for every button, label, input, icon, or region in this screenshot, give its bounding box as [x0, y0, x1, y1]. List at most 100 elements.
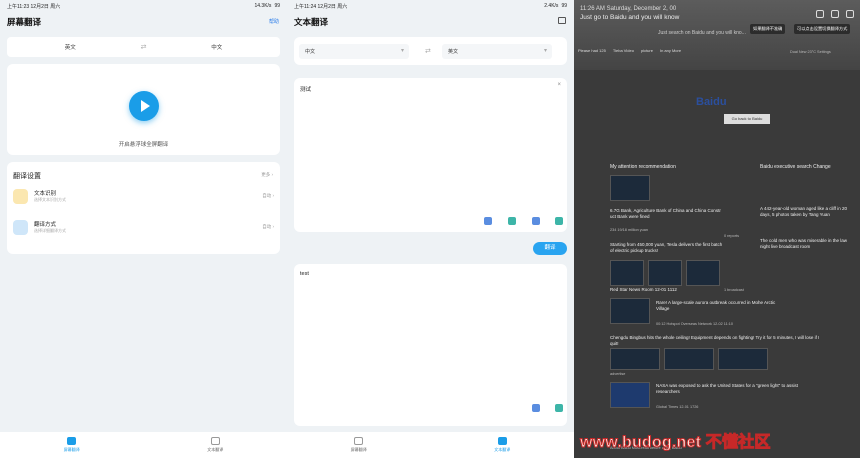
start-hint: 开启悬浮球全屏翻译 [118, 142, 169, 148]
feed-item[interactable]: Chengdu Bingbus hits the whole ceiling! … [610, 335, 820, 347]
image-icon[interactable] [558, 17, 566, 24]
setting-translation-mode[interactable]: 翻译方式 选择详细翻译方式 自动 › [13, 217, 274, 239]
page-title: 文本翻译 [294, 17, 329, 27]
status-bar: 上午11:24 12月2日 周六 2.4K/s 99 [287, 0, 574, 12]
feed-item[interactable]: NASA was exposed to ask the United State… [656, 383, 806, 395]
overlay-toolbar [816, 10, 854, 18]
status-time: 上午11:24 12月2日 周六 [294, 4, 348, 10]
tab-text-translate[interactable]: 文本翻译 [144, 432, 288, 458]
setting-subtitle: 选择文本识别方式 [34, 197, 66, 202]
feed-source: Red Star News Room 12-01 1112 [610, 287, 677, 292]
source-language[interactable]: 英文 [7, 43, 134, 51]
settings-more-link[interactable]: 更多 › [261, 172, 273, 178]
settings-icon[interactable] [846, 10, 854, 18]
page-title: 屏幕翻译 [7, 17, 42, 27]
news-thumbnail[interactable] [610, 175, 650, 201]
feed-item[interactable]: 6.7G Bank, Agriculture Bank of China and… [610, 208, 726, 220]
translated-browser-pane: 11:26 AM Saturday, December 2, 00 Just g… [574, 0, 860, 458]
speaker-icon[interactable] [532, 217, 540, 225]
nav-tab[interactable]: In any More [660, 48, 681, 53]
setting-value: 自动 › [262, 193, 274, 198]
tab-screen-translate[interactable]: 屏幕翻译 [287, 432, 431, 458]
hot-search-title: Baidu executive search Change [760, 164, 831, 170]
ad-image[interactable] [610, 348, 660, 370]
news-thumbnail[interactable] [610, 260, 644, 286]
setting-value: 自动 › [262, 224, 274, 229]
feed-item[interactable]: Starting from 450,000 yuan, Tesla delive… [610, 242, 726, 254]
status-time: 上午11:23 12月2日 周六 [7, 4, 61, 10]
feed-meta: 00:12 Hotspot Overseas Network 12-02 11:… [656, 322, 733, 326]
translation-mode-icon [13, 220, 28, 235]
setting-title: 翻译方式 [34, 222, 57, 228]
news-thumbnail[interactable] [648, 260, 682, 286]
feed-meta: 234 19/18 million yuan [610, 228, 648, 232]
nav-tab[interactable]: picture [641, 48, 653, 53]
nasa-thumbnail[interactable] [610, 382, 650, 408]
network-speed: 2.4K/s [544, 3, 559, 9]
overlay-time: 11:26 AM Saturday, December 2, 00 [580, 6, 677, 12]
bottom-nav: 屏幕翻译 文本翻译 [287, 432, 574, 458]
overlay-headline: Just go to Baidu and you will know [580, 14, 680, 21]
copy-icon[interactable] [816, 10, 824, 18]
feed-meta: 0 reports [724, 234, 739, 238]
floating-ball-card: 开启悬浮球全屏翻译 [7, 64, 280, 155]
hot-item[interactable]: The cold men who was miserable in the la… [760, 238, 854, 250]
share-icon[interactable] [508, 217, 516, 225]
nav-tab[interactable]: Please had 125 [578, 48, 606, 53]
screen-icon [67, 437, 77, 445]
screen-translate-pane: 上午11:23 12月2日 周六 14.3K/s 99 屏幕翻译 帮助 英文 ⇄… [0, 0, 287, 458]
swap-icon[interactable]: ⇄ [134, 43, 154, 51]
start-button[interactable] [128, 91, 159, 121]
feed-item[interactable]: Rare! A large-scale aurora outbreak occu… [656, 300, 776, 312]
swap-icon[interactable]: ⇄ [425, 47, 431, 55]
text-recognition-icon [13, 189, 28, 204]
weather: Dual New 23°C Settings [790, 50, 831, 54]
battery-level: 99 [561, 3, 567, 9]
clear-icon[interactable]: × [557, 82, 561, 88]
setting-text-recognition[interactable]: 文本识别 选择文本识别方式 自动 › [13, 186, 274, 208]
share-output-icon[interactable] [555, 404, 563, 412]
setting-subtitle: 选择详细翻译方式 [34, 228, 66, 233]
input-card: 测试 × [294, 78, 567, 232]
hot-item[interactable]: A 442-year-old woman aged like a cliff i… [760, 206, 854, 218]
text-icon [210, 437, 220, 445]
search-button[interactable]: Go back to Baidu [724, 114, 770, 124]
output-text: test [300, 271, 309, 277]
url-bar[interactable]: Just search on Baidu and you will kno... [658, 30, 854, 38]
target-language-select[interactable]: 英文 [442, 44, 552, 59]
feed-meta: Global Times 12-01 1726 [656, 405, 699, 409]
layers-icon[interactable] [831, 10, 839, 18]
target-language[interactable]: 中文 [154, 43, 281, 51]
input-field[interactable]: 测试 [300, 85, 311, 93]
source-language-select[interactable]: 中文 [299, 44, 409, 59]
news-thumbnail[interactable] [610, 298, 650, 324]
output-card: test [294, 264, 567, 426]
settings-title: 翻译设置 [13, 173, 41, 180]
ad-label: advertise [610, 372, 626, 376]
network-speed: 14.3K/s [254, 3, 272, 9]
tab-screen-translate[interactable]: 屏幕翻译 [0, 432, 144, 458]
copy-icon[interactable] [484, 217, 492, 225]
text-icon [497, 437, 507, 445]
baidu-logo: Baidu [696, 96, 727, 108]
copy-output-icon[interactable] [532, 404, 540, 412]
tab-text-translate[interactable]: 文本翻译 [431, 432, 575, 458]
ad-image[interactable] [664, 348, 714, 370]
help-link[interactable]: 帮助 [269, 18, 279, 25]
camera-icon[interactable] [555, 217, 563, 225]
text-translate-pane: 上午11:24 12月2日 周六 2.4K/s 99 文本翻译 中文 ⇄ 英文 … [287, 0, 574, 458]
feed-meta: 1 broadcast [724, 288, 744, 292]
language-selector: 英文 ⇄ 中文 [7, 37, 280, 57]
setting-title: 文本识别 [34, 191, 57, 197]
nav-tab[interactable]: Tieba Video [613, 48, 634, 53]
feed-title: My attention recommendation [610, 164, 676, 170]
translate-button[interactable]: 翻译 [533, 242, 567, 255]
bottom-nav: 屏幕翻译 文本翻译 [0, 432, 287, 458]
site-watermark: www.budog.net 不懂社区 [580, 434, 771, 452]
settings-card: 翻译设置 更多 › 文本识别 选择文本识别方式 自动 › 翻译方式 选择详细翻译… [7, 162, 280, 254]
status-bar: 上午11:23 12月2日 周六 14.3K/s 99 [0, 0, 287, 12]
screen-icon [354, 437, 364, 445]
battery-level: 99 [274, 3, 280, 9]
ad-image[interactable] [718, 348, 768, 370]
news-thumbnail[interactable] [686, 260, 720, 286]
